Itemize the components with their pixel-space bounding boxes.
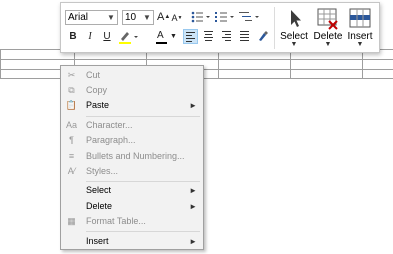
- font-color-button[interactable]: A ▼: [155, 29, 179, 45]
- styles-brush-icon: [259, 31, 268, 41]
- menu-separator: [86, 116, 200, 117]
- list-icon: ≡: [68, 151, 75, 161]
- shrink-font-button[interactable]: A▼: [171, 11, 183, 25]
- copy-icon: ⧉: [68, 85, 75, 95]
- numbering-icon: [215, 12, 234, 22]
- font-size-combo[interactable]: 10 ▼: [122, 10, 154, 25]
- menu-item-label: Insert: [86, 236, 109, 246]
- paragraph-icon: ¶: [69, 135, 74, 145]
- menu-separator: [86, 181, 200, 182]
- justify-button[interactable]: [237, 29, 252, 44]
- menu-item-label: Delete: [86, 201, 113, 211]
- bold-button[interactable]: B: [67, 30, 79, 44]
- justify-icon: [240, 31, 249, 41]
- insert-table-icon: [349, 8, 371, 28]
- menu-item-label: Select: [86, 185, 112, 195]
- table-icon: ▦: [67, 216, 76, 226]
- font-name-value: Arial: [68, 12, 89, 23]
- format-painter-button[interactable]: [255, 29, 270, 44]
- multilevel-list-icon: [239, 12, 259, 21]
- menu-item-styles[interactable]: A⁄ Styles...: [61, 164, 203, 179]
- menu-item-bullets-numbering[interactable]: ≡ Bullets and Numbering...: [61, 149, 203, 164]
- menu-item-label: Cut: [86, 70, 101, 80]
- mini-toolbar: Arial ▼ 10 ▼ A▲ A▼ B I U A ▼ Select ▼ De…: [60, 2, 380, 53]
- underline-button[interactable]: U: [101, 30, 113, 44]
- menu-item-label: Bullets and Numbering...: [86, 151, 185, 161]
- menu-item-label: Format Table...: [86, 216, 146, 226]
- menu-item-label: Paste: [86, 100, 110, 110]
- bold-icon: B: [69, 31, 77, 42]
- submenu-arrow-icon: ►: [189, 237, 197, 246]
- grow-font-button[interactable]: A▲: [157, 10, 170, 24]
- chevron-down-icon: ▼: [356, 41, 364, 48]
- menu-item-select[interactable]: Select ►: [61, 183, 203, 198]
- chevron-down-icon: ▼: [290, 41, 298, 48]
- scissors-icon: ✂: [67, 70, 76, 80]
- chevron-down-icon[interactable]: ▼: [142, 11, 152, 24]
- align-right-icon: [222, 31, 231, 41]
- font-color-icon: A: [157, 30, 164, 41]
- font-size-value: 10: [125, 12, 137, 23]
- submenu-arrow-icon: ►: [189, 101, 197, 110]
- chevron-down-icon: ▼: [324, 41, 332, 48]
- multilevel-list-button[interactable]: [237, 9, 261, 25]
- clipboard-icon: 📋: [65, 100, 78, 110]
- bullets-button[interactable]: [189, 9, 211, 25]
- font-name-combo[interactable]: Arial ▼: [65, 10, 118, 25]
- context-menu: ✂ Cut ⧉ Copy 📋 Paste ► Aa Character... ¶…: [60, 65, 204, 250]
- align-left-icon: [186, 32, 195, 42]
- menu-item-paragraph[interactable]: ¶ Paragraph...: [61, 133, 203, 148]
- menu-item-paste[interactable]: 📋 Paste ►: [61, 98, 203, 113]
- styles-icon: A⁄: [67, 166, 76, 176]
- menu-item-copy[interactable]: ⧉ Copy: [61, 83, 203, 98]
- underline-icon: U: [103, 31, 111, 42]
- menu-item-format-table[interactable]: ▦ Format Table...: [61, 214, 203, 229]
- align-center-icon: [204, 31, 213, 41]
- select-button[interactable]: Select ▼: [278, 6, 310, 50]
- highlight-button[interactable]: [117, 29, 141, 45]
- menu-item-insert[interactable]: Insert ►: [61, 234, 203, 249]
- bullets-icon: [191, 11, 210, 23]
- chevron-down-icon[interactable]: ▼: [106, 11, 116, 24]
- align-right-button[interactable]: [219, 29, 234, 44]
- delete-button[interactable]: Delete ▼: [312, 6, 344, 50]
- align-left-button[interactable]: [183, 29, 198, 44]
- menu-item-cut[interactable]: ✂ Cut: [61, 68, 203, 83]
- submenu-arrow-icon: ►: [189, 186, 197, 195]
- menu-item-character[interactable]: Aa Character...: [61, 118, 203, 133]
- insert-button[interactable]: Insert ▼: [344, 6, 376, 50]
- character-icon: Aa: [65, 120, 77, 130]
- toolbar-divider: [274, 7, 275, 49]
- menu-item-label: Copy: [86, 85, 108, 95]
- menu-item-label: Character...: [86, 120, 133, 130]
- select-cursor-icon: [291, 10, 301, 27]
- align-center-button[interactable]: [201, 29, 216, 44]
- submenu-arrow-icon: ►: [189, 202, 197, 211]
- highlight-pen-icon: [119, 32, 138, 44]
- menu-item-label: Styles...: [86, 166, 119, 176]
- delete-table-icon: [317, 8, 338, 30]
- menu-item-label: Paragraph...: [86, 135, 136, 145]
- italic-button[interactable]: I: [84, 30, 96, 44]
- italic-icon: I: [88, 31, 92, 42]
- menu-separator: [86, 231, 200, 232]
- chevron-down-icon[interactable]: ▼: [170, 30, 177, 44]
- menu-item-delete[interactable]: Delete ►: [61, 199, 203, 214]
- numbering-button[interactable]: [213, 9, 235, 25]
